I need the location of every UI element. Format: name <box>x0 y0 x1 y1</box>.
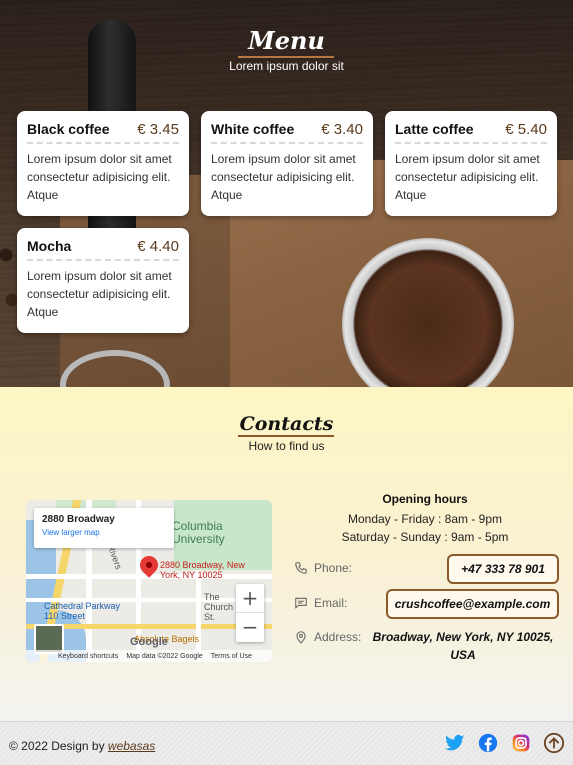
instagram-icon[interactable] <box>510 732 532 754</box>
view-larger-map-link[interactable]: View larger map <box>42 528 166 537</box>
keyboard-shortcuts-link[interactable]: Keyboard shortcuts <box>58 653 118 660</box>
phone-icon <box>295 562 307 574</box>
map-road <box>196 570 201 662</box>
menu-title-underline <box>238 56 334 58</box>
menu-title: Menu <box>248 26 325 55</box>
copyright: © 2022 Design by webasas <box>9 739 155 753</box>
terms-of-use-link[interactable]: Terms of Use <box>211 653 252 660</box>
google-map[interactable]: Columbia University Rivers 2880 Broadway… <box>26 500 272 662</box>
zoom-out-button[interactable]: − <box>236 613 264 642</box>
menu-item-name: Latte coffee <box>395 121 474 137</box>
menu-item-price: € 5.40 <box>505 121 547 138</box>
map-data-credit: Map data ©2022 Google <box>126 652 203 660</box>
arrow-up-icon[interactable] <box>543 732 565 754</box>
phone-row: Phone: <box>294 561 352 575</box>
email-value[interactable]: crushcoffee@example.com <box>386 589 559 619</box>
menu-item-price: € 3.45 <box>137 121 179 138</box>
facebook-icon[interactable] <box>477 732 499 754</box>
menu-card-black-coffee: Black coffee € 3.45 Lorem ipsum dolor si… <box>17 111 189 216</box>
menu-item-description: Lorem ipsum dolor sit amet consectetur a… <box>27 269 172 319</box>
address-label: Address: <box>314 630 362 644</box>
menu-item-price: € 4.40 <box>137 238 179 255</box>
opening-hours-weekend: Saturday - Sunday : 9am - 5pm <box>341 530 509 544</box>
map-footer: Keyboard shortcuts Map data ©2022 Google… <box>26 650 272 662</box>
phone-label: Phone: <box>314 561 353 575</box>
email-row: Email: <box>294 596 347 610</box>
page-footer: © 2022 Design by webasas <box>0 721 573 765</box>
map-info-card: 2880 Broadway View larger map <box>34 508 174 548</box>
phone-value[interactable]: +47 333 78 901 <box>447 554 559 584</box>
menu-item-description: Lorem ipsum dolor sit amet consectetur a… <box>27 152 172 202</box>
menu-item-description: Lorem ipsum dolor sit amet consectetur a… <box>211 152 356 202</box>
location-pin-icon <box>296 631 306 644</box>
menu-item-name: White coffee <box>211 121 295 137</box>
copyright-text: © 2022 Design by <box>9 739 105 753</box>
designer-link[interactable]: webasas <box>108 739 155 753</box>
map-label-pin: 2880 Broadway, New York, NY 10025 <box>160 560 245 580</box>
map-zoom-controls: + − <box>236 584 264 642</box>
menu-item-name: Mocha <box>27 238 72 254</box>
google-logo: Google <box>130 636 168 648</box>
menu-section: Menu Lorem ipsum dolor sit Black coffee … <box>0 0 573 387</box>
message-icon <box>295 597 307 609</box>
map-label-station: Cathedral Parkway 110 Street <box>44 601 121 621</box>
menu-item-price: € 3.40 <box>321 121 363 138</box>
menu-item-description: Lorem ipsum dolor sit amet consectetur a… <box>395 152 540 202</box>
address-value: Broadway, New York, NY 10025, USA <box>372 630 554 662</box>
twitter-icon[interactable] <box>444 732 466 754</box>
contacts-title: Contacts <box>239 413 334 435</box>
map-label-university: Columbia University <box>172 519 225 546</box>
contacts-title-underline <box>238 435 334 437</box>
opening-hours-title: Opening hours <box>382 492 468 506</box>
contacts-section: Contacts How to find us Columbia Univers… <box>0 387 573 721</box>
menu-card-mocha: Mocha € 4.40 Lorem ipsum dolor sit amet … <box>17 228 189 333</box>
menu-item-name: Black coffee <box>27 121 110 137</box>
email-label: Email: <box>314 596 348 610</box>
zoom-in-button[interactable]: + <box>236 584 264 613</box>
contacts-subtitle: How to find us <box>248 439 325 453</box>
opening-hours: Opening hours Monday - Friday : 8am - 9p… <box>292 492 558 546</box>
map-place-name: 2880 Broadway <box>42 514 115 525</box>
menu-card-latte-coffee: Latte coffee € 5.40 Lorem ipsum dolor si… <box>385 111 557 216</box>
menu-card-white-coffee: White coffee € 3.40 Lorem ipsum dolor si… <box>201 111 373 216</box>
menu-subtitle: Lorem ipsum dolor sit <box>229 59 344 73</box>
opening-hours-weekdays: Monday - Friday : 8am - 9pm <box>347 512 503 526</box>
address-row: Address: <box>294 630 361 644</box>
